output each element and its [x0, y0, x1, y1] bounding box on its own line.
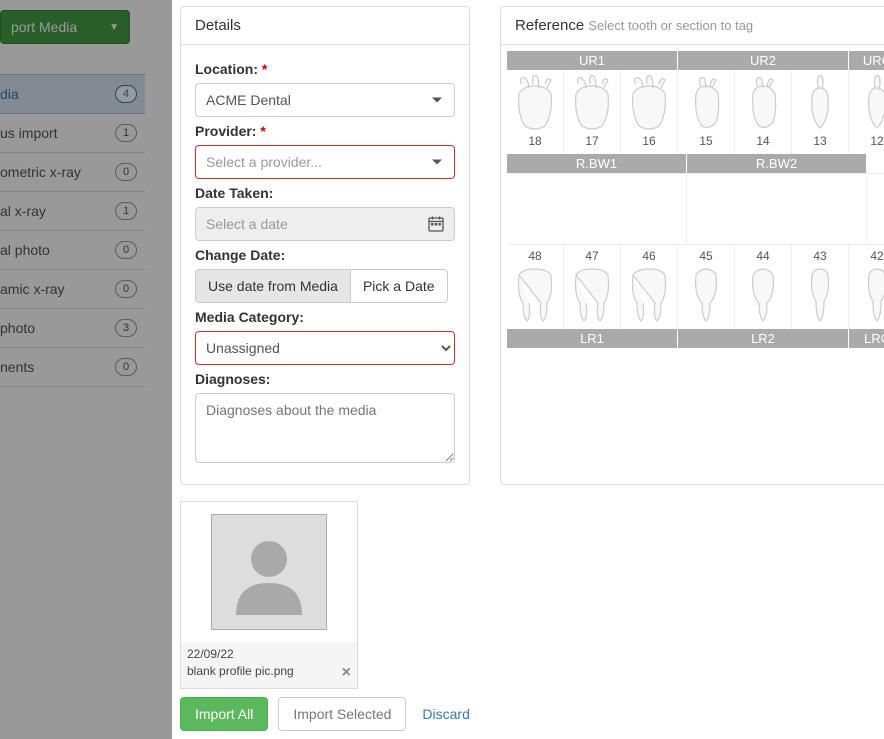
sidebar-item-count: 0 [115, 280, 137, 298]
location-select[interactable]: ACME Dental [195, 83, 455, 117]
sidebar-item-label: nents [0, 359, 34, 375]
tooth-number: 46 [621, 249, 677, 263]
ref-section-head[interactable]: URC [849, 51, 884, 70]
pick-a-date-button[interactable]: Pick a Date [351, 269, 448, 303]
tooth-number: 47 [564, 249, 620, 263]
sidebar-item[interactable]: dia 4 [0, 74, 145, 114]
tooth-cell[interactable]: 42 [849, 245, 884, 329]
sidebar-item-label: ometric x-ray [0, 164, 81, 180]
sidebar-item[interactable]: nents 0 [0, 348, 145, 387]
tooth-cell[interactable]: 12 [849, 70, 884, 154]
close-icon[interactable]: × [342, 664, 351, 682]
sidebar-item[interactable]: al x-ray 1 [0, 192, 145, 231]
date-taken-input[interactable]: Select a date [195, 207, 455, 241]
tooth-number: 18 [507, 134, 563, 148]
media-strip: 22/09/22 blank profile pic.png × [172, 501, 884, 689]
tooth-cell[interactable]: 43 [792, 245, 849, 329]
media-category-label: Media Category: [195, 309, 455, 325]
sidebar-item-count: 4 [115, 85, 137, 103]
tooth-cell[interactable]: 17 [564, 70, 621, 154]
provider-label: Provider: * [195, 123, 455, 139]
discard-button[interactable]: Discard [416, 698, 475, 730]
sidebar-item[interactable]: al photo 0 [0, 231, 145, 270]
sidebar-item-label: al photo [0, 242, 50, 258]
tooth-cell[interactable]: 48 [507, 245, 564, 329]
tooth-number: 13 [792, 134, 848, 148]
sidebar-item-label: dia [0, 86, 19, 102]
media-tile[interactable]: 22/09/22 blank profile pic.png × [180, 501, 358, 689]
caret-down-icon: ▼ [109, 22, 119, 33]
sidebar-item-count: 1 [115, 124, 137, 142]
sidebar-item-count: 0 [115, 358, 137, 376]
tooth-number: 16 [621, 134, 677, 148]
tooth-number: 12 [849, 134, 884, 148]
import-modal: Details Location: * ACME Dental Provider… [172, 0, 884, 739]
ref-section-head[interactable]: LR1 [507, 329, 678, 348]
media-thumbnail [211, 514, 327, 630]
sidebar-item-count: 3 [115, 319, 137, 337]
media-category-select[interactable]: Unassigned [195, 331, 455, 365]
sidebar: port Media ▼ dia 4 us import 1 ometric x-ray… [0, 0, 145, 739]
sidebar-item-label: amic x-ray [0, 281, 65, 297]
tooth-cell[interactable]: 14 [735, 70, 792, 154]
tooth-cell[interactable]: 18 [507, 70, 564, 154]
tooth-cell[interactable]: 47 [564, 245, 621, 329]
location-label: Location: * [195, 61, 455, 77]
ref-section-head[interactable]: LRC [849, 329, 884, 348]
media-filename: blank profile pic.png [187, 663, 351, 680]
import-media-label: port Media [11, 19, 77, 35]
ref-section-head[interactable]: UR1 [507, 51, 678, 70]
person-icon [224, 527, 314, 617]
ref-section-head[interactable]: R.BW2 [687, 154, 867, 173]
change-date-toggle: Use date from Media Pick a Date [195, 269, 455, 303]
tooth-number: 44 [735, 249, 791, 263]
details-heading: Details [181, 7, 469, 45]
sidebar-item-count: 1 [115, 202, 137, 220]
media-date: 22/09/22 [187, 646, 351, 663]
sidebar-item-label: al x-ray [0, 203, 46, 219]
import-media-button[interactable]: port Media ▼ [0, 10, 130, 44]
ref-section-head[interactable]: R.BW1 [507, 154, 687, 173]
reference-panel: Reference Select tooth or section to tag… [500, 6, 884, 485]
tooth-number: 48 [507, 249, 563, 263]
bw-cell[interactable] [507, 174, 687, 244]
sidebar-item-label: us import [0, 125, 58, 141]
tooth-number: 17 [564, 134, 620, 148]
import-all-button[interactable]: Import All [180, 697, 268, 731]
ref-section-head[interactable]: UR2 [678, 51, 849, 70]
provider-select[interactable]: Select a provider... [195, 145, 455, 179]
action-bar: Import All Import Selected Discard [180, 697, 476, 731]
ref-section-head[interactable]: LR2 [678, 329, 849, 348]
tooth-cell[interactable]: 13 [792, 70, 849, 154]
diagnoses-textarea[interactable] [195, 393, 455, 463]
tooth-cell[interactable]: 46 [621, 245, 678, 329]
sidebar-item-count: 0 [115, 241, 137, 259]
date-taken-label: Date Taken: [195, 185, 455, 201]
tooth-cell[interactable]: 16 [621, 70, 678, 154]
reference-heading: Reference [515, 17, 584, 34]
details-panel: Details Location: * ACME Dental Provider… [180, 6, 470, 485]
tooth-number: 14 [735, 134, 791, 148]
sidebar-item-count: 0 [115, 163, 137, 181]
tooth-number: 15 [678, 134, 734, 148]
sidebar-item[interactable]: us import 1 [0, 114, 145, 153]
tooth-number: 43 [792, 249, 848, 263]
change-date-label: Change Date: [195, 247, 455, 263]
import-selected-button[interactable]: Import Selected [278, 697, 406, 731]
calendar-icon [428, 216, 444, 232]
sidebar-item-label: photo [0, 320, 35, 336]
tooth-number: 45 [678, 249, 734, 263]
use-date-from-media-button[interactable]: Use date from Media [195, 269, 351, 303]
reference-subheading: Select tooth or section to tag [588, 18, 753, 33]
tooth-cell[interactable]: 15 [678, 70, 735, 154]
sidebar-item[interactable]: photo 3 [0, 309, 145, 348]
bw-cell[interactable] [687, 174, 867, 244]
sidebar-item[interactable]: amic x-ray 0 [0, 270, 145, 309]
tooth-cell[interactable]: 44 [735, 245, 792, 329]
tooth-number: 42 [849, 249, 884, 263]
tooth-cell[interactable]: 45 [678, 245, 735, 329]
sidebar-item[interactable]: ometric x-ray 0 [0, 153, 145, 192]
diagnoses-label: Diagnoses: [195, 371, 455, 387]
